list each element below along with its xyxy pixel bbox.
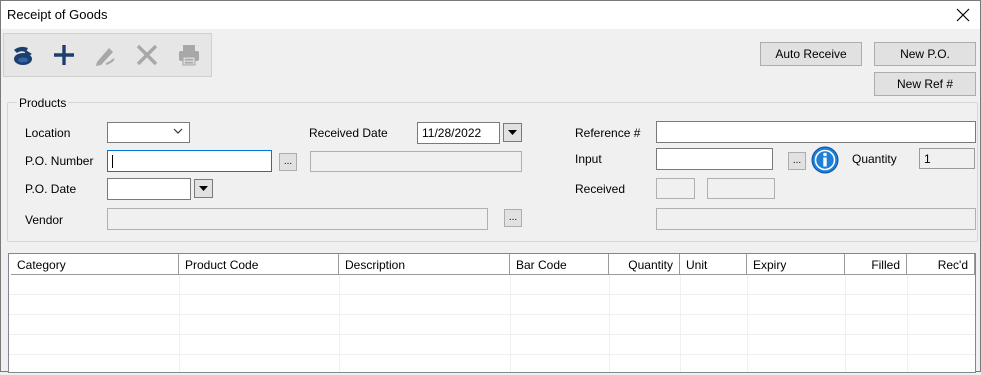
- po-number-lookup-button[interactable]: ...: [279, 153, 297, 171]
- info-button[interactable]: [811, 146, 839, 174]
- column-header-category[interactable]: Category: [11, 254, 179, 275]
- import-button[interactable]: [8, 40, 38, 70]
- text-cursor: [112, 155, 113, 169]
- info-line-field: [656, 208, 976, 230]
- new-ref-button[interactable]: New Ref #: [874, 72, 976, 96]
- new-po-button[interactable]: New P.O.: [874, 42, 976, 66]
- received-date-input[interactable]: 11/28/2022: [417, 122, 500, 144]
- po-number-label: P.O. Number: [25, 154, 94, 168]
- table-row[interactable]: [9, 295, 975, 315]
- input-label: Input: [575, 152, 602, 166]
- products-group-title: Products: [17, 96, 69, 110]
- auto-receive-button[interactable]: Auto Receive: [760, 42, 862, 66]
- column-header-unit[interactable]: Unit: [680, 254, 747, 275]
- print-button[interactable]: [174, 40, 204, 70]
- received-date-label: Received Date: [309, 126, 388, 140]
- location-label: Location: [25, 126, 71, 140]
- received-date-picker-button[interactable]: [503, 123, 522, 142]
- po-number-description: [310, 151, 522, 172]
- edit-pencil-icon: [96, 48, 115, 66]
- close-button[interactable]: [946, 1, 980, 29]
- column-header-filled[interactable]: Filled: [845, 254, 907, 275]
- vendor-field: [107, 208, 488, 230]
- delete-button[interactable]: [132, 40, 162, 70]
- reference-label: Reference #: [575, 126, 641, 140]
- reference-input[interactable]: [656, 121, 976, 143]
- vendor-lookup-button[interactable]: ...: [504, 209, 522, 227]
- grid-column-divider: [907, 275, 908, 372]
- quantity-field: 1: [919, 148, 975, 169]
- location-dropdown[interactable]: [107, 122, 190, 143]
- caret-down-icon: [508, 129, 517, 135]
- grid-column-divider: [609, 275, 610, 372]
- received-count-field: [656, 178, 695, 199]
- add-icon: [54, 45, 74, 65]
- column-header-product-code[interactable]: Product Code: [179, 254, 339, 275]
- column-header-recd[interactable]: Rec'd: [907, 254, 975, 275]
- window-title: Receipt of Goods: [7, 7, 108, 22]
- table-row[interactable]: [9, 315, 975, 335]
- po-number-input[interactable]: [107, 150, 272, 172]
- chevron-down-icon: [173, 128, 183, 134]
- delete-x-icon: [136, 44, 158, 66]
- received-total-field: [707, 178, 775, 199]
- grid-column-divider: [339, 275, 340, 372]
- column-header-description[interactable]: Description: [339, 254, 510, 275]
- caret-down-icon: [199, 185, 208, 191]
- products-grid[interactable]: Category Product Code Description Bar Co…: [8, 253, 976, 375]
- column-header-expiry[interactable]: Expiry: [747, 254, 845, 275]
- table-row[interactable]: [9, 355, 975, 375]
- received-label: Received: [575, 182, 626, 196]
- title-bar: Receipt of Goods: [1, 1, 980, 29]
- toolbar: [3, 33, 212, 77]
- add-button[interactable]: [49, 40, 79, 70]
- po-date-label: P.O. Date: [25, 182, 77, 196]
- print-icon: [179, 45, 199, 66]
- column-header-bar-code[interactable]: Bar Code: [510, 254, 609, 275]
- input-lookup-button[interactable]: ...: [788, 152, 806, 170]
- table-row[interactable]: [9, 275, 975, 295]
- column-header-quantity[interactable]: Quantity: [609, 254, 680, 275]
- receipt-of-goods-window: Receipt of Goods Auto Receive New P.O. N…: [0, 0, 981, 375]
- close-icon: [956, 8, 970, 22]
- input-field[interactable]: [656, 148, 773, 170]
- grid-column-divider: [747, 275, 748, 372]
- grid-header: Category Product Code Description Bar Co…: [9, 254, 975, 275]
- grid-column-divider: [680, 275, 681, 372]
- grid-column-divider: [845, 275, 846, 372]
- quantity-label: Quantity: [852, 152, 897, 166]
- po-date-picker-button[interactable]: [194, 179, 213, 198]
- edit-button[interactable]: [90, 40, 120, 70]
- table-row[interactable]: [9, 335, 975, 355]
- info-icon: [811, 146, 839, 174]
- po-date-input[interactable]: [107, 178, 191, 200]
- grid-column-divider: [179, 275, 180, 372]
- database-import-icon: [14, 46, 32, 65]
- vendor-label: Vendor: [25, 213, 64, 227]
- grid-column-divider: [510, 275, 511, 372]
